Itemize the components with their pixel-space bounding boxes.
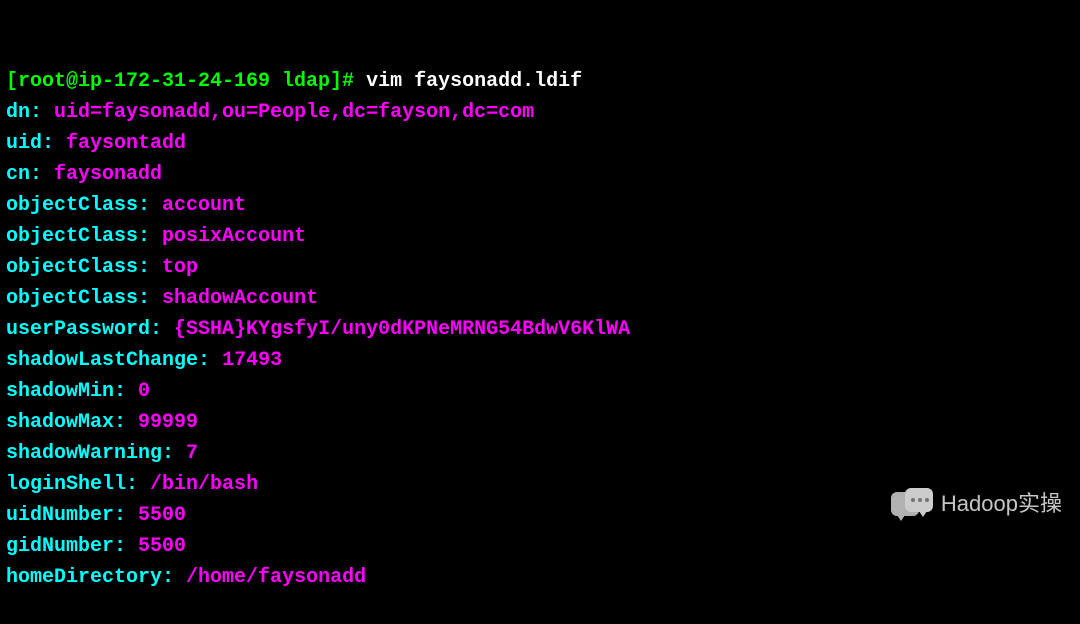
shell-command[interactable]: vim faysonadd.ldif xyxy=(366,70,582,93)
ldif-value: posixAccount xyxy=(162,225,306,248)
command-line: [root@ip-172-31-24-169 ldap]# vim fayson… xyxy=(6,66,1074,97)
ldif-key: uidNumber: xyxy=(6,504,126,527)
shell-prompt: [root@ip-172-31-24-169 ldap]# xyxy=(6,70,354,93)
ldif-line: objectClass: posixAccount xyxy=(6,221,1074,252)
ldif-value: /home/faysonadd xyxy=(186,566,366,589)
terminal-output: [root@ip-172-31-24-169 ldap]# vim fayson… xyxy=(6,4,1074,624)
ldif-key: cn: xyxy=(6,163,42,186)
ldif-line: userPassword: {SSHA}KYgsfyI/uny0dKPNeMRN… xyxy=(6,314,1074,345)
ldif-value: top xyxy=(162,256,198,279)
ldif-key: objectClass: xyxy=(6,287,150,310)
ldif-key: dn: xyxy=(6,101,42,124)
ldif-key: shadowLastChange: xyxy=(6,349,210,372)
ldif-line: uid: faysontadd xyxy=(6,128,1074,159)
ldif-line: shadowMax: 99999 xyxy=(6,407,1074,438)
ldif-key: objectClass: xyxy=(6,194,150,217)
ldif-key: userPassword: xyxy=(6,318,162,341)
ldif-value: shadowAccount xyxy=(162,287,318,310)
ldif-line: objectClass: account xyxy=(6,190,1074,221)
ldif-key: objectClass: xyxy=(6,225,150,248)
ldif-line: shadowWarning: 7 xyxy=(6,438,1074,469)
ldif-key: loginShell: xyxy=(6,473,138,496)
watermark: Hadoop实操 xyxy=(891,487,1062,521)
ldif-key: objectClass: xyxy=(6,256,150,279)
ldif-key: gidNumber: xyxy=(6,535,126,558)
ldif-line: shadowMin: 0 xyxy=(6,376,1074,407)
ldif-value: account xyxy=(162,194,246,217)
ldif-value: faysontadd xyxy=(66,132,186,155)
ldif-value: 5500 xyxy=(138,504,186,527)
ldif-value: {SSHA}KYgsfyI/uny0dKPNeMRNG54BdwV6KlWA xyxy=(174,318,630,341)
ldif-value: /bin/bash xyxy=(150,473,258,496)
ldif-key: shadowMin: xyxy=(6,380,126,403)
ldif-value: uid=faysonadd,ou=People,dc=fayson,dc=com xyxy=(54,101,534,124)
ldif-line: objectClass: shadowAccount xyxy=(6,283,1074,314)
watermark-text: Hadoop实操 xyxy=(941,487,1062,521)
wechat-icon xyxy=(891,488,933,520)
ldif-line: dn: uid=faysonadd,ou=People,dc=fayson,dc… xyxy=(6,97,1074,128)
ldif-key: uid: xyxy=(6,132,54,155)
ldif-line: gidNumber: 5500 xyxy=(6,531,1074,562)
ldif-line: cn: faysonadd xyxy=(6,159,1074,190)
ldif-value: 99999 xyxy=(138,411,198,434)
ldif-key: shadowWarning: xyxy=(6,442,174,465)
ldif-line: objectClass: top xyxy=(6,252,1074,283)
ldif-line: shadowLastChange: 17493 xyxy=(6,345,1074,376)
ldif-key: homeDirectory: xyxy=(6,566,174,589)
ldif-value: 17493 xyxy=(222,349,282,372)
ldif-key: shadowMax: xyxy=(6,411,126,434)
ldif-line: homeDirectory: /home/faysonadd xyxy=(6,562,1074,593)
ldif-value: 7 xyxy=(186,442,198,465)
ldif-value: 5500 xyxy=(138,535,186,558)
ldif-value: faysonadd xyxy=(54,163,162,186)
ldif-value: 0 xyxy=(138,380,150,403)
